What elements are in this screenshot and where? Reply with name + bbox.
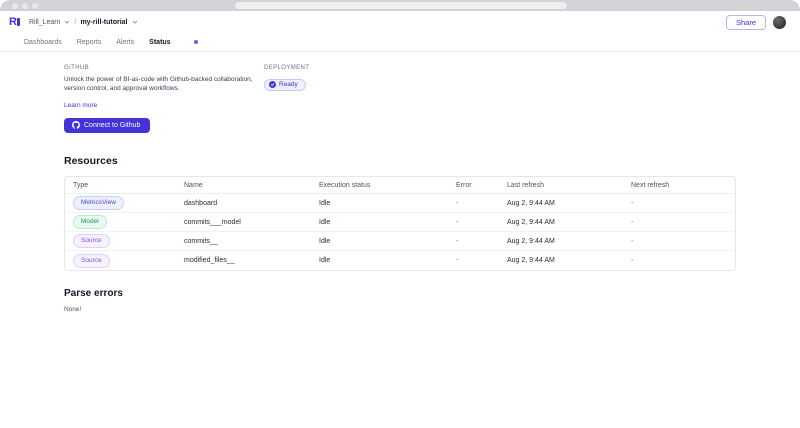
deployment-status-badge: Ready — [264, 78, 306, 91]
deployment-section: DEPLOYMENT Ready — [264, 65, 309, 134]
share-button[interactable]: Share — [725, 14, 766, 30]
resource-name: commits__ — [184, 237, 218, 245]
rill-logo-letter: R — [9, 16, 17, 28]
deployment-section-label: DEPLOYMENT — [264, 65, 310, 71]
status-page-content: GITHUB Unlock the power of BI-as-code wi… — [0, 52, 800, 313]
error-value: - — [456, 218, 459, 226]
next-refresh: - — [631, 237, 634, 245]
parse-errors-title: Parse errors — [64, 288, 123, 300]
column-header-execution-status: Execution status — [319, 181, 371, 189]
type-badge: Source — [73, 253, 110, 268]
type-badge: Source — [73, 234, 110, 249]
last-refresh: Aug 2, 9:44 AM — [507, 257, 555, 265]
resources-table: Type Name Execution status Error Last re… — [64, 176, 736, 272]
column-header-last-refresh: Last refresh — [507, 181, 544, 189]
error-value: - — [456, 199, 459, 207]
column-header-name: Name — [184, 181, 203, 189]
parse-errors-value: None! — [64, 306, 82, 314]
tab-alerts[interactable]: Alerts — [112, 39, 138, 46]
table-row: Source commits__ Idle - Aug 2, 9:44 AM - — [65, 232, 735, 252]
resource-name: commits___model — [184, 218, 241, 226]
resource-name: dashboard — [184, 199, 218, 207]
column-header-type: Type — [73, 181, 89, 189]
last-refresh: Aug 2, 9:44 AM — [507, 218, 555, 226]
user-avatar[interactable] — [773, 15, 786, 29]
resources-table-header: Type Name Execution status Error Last re… — [65, 177, 735, 195]
execution-status: Idle — [319, 218, 331, 226]
github-section: GITHUB Unlock the power of BI-as-code wi… — [64, 65, 264, 134]
window-controls — [12, 2, 38, 9]
rill-logo[interactable]: R — [9, 16, 20, 28]
last-refresh: Aug 2, 9:44 AM — [507, 199, 555, 207]
breadcrumb-separator: / — [74, 18, 77, 26]
error-value: - — [456, 237, 459, 245]
next-refresh: - — [631, 257, 634, 265]
deployment-status-label: Ready — [279, 81, 298, 88]
browser-window: R Rill_Learn / my-rill-tutorial Share Da… — [0, 0, 800, 428]
table-row: Model commits___model Idle - Aug 2, 9:44… — [65, 213, 735, 233]
rill-logo-bar — [17, 18, 20, 26]
table-row: Source modified_files__ Idle - Aug 2, 9:… — [65, 251, 735, 270]
learn-more-link[interactable]: Learn more — [64, 102, 97, 109]
chevron-down-icon[interactable] — [132, 19, 138, 25]
close-window-icon[interactable] — [12, 2, 18, 9]
nav-tabs: Dashboards Reports Alerts Status — [0, 33, 800, 52]
column-header-next-refresh: Next refresh — [631, 181, 670, 189]
type-badge: MetricsView — [73, 196, 124, 211]
last-refresh: Aug 2, 9:44 AM — [507, 237, 555, 245]
breadcrumb-org[interactable]: Rill_Learn — [29, 19, 61, 26]
status-loading-dot — [193, 39, 199, 45]
check-circle-icon — [269, 81, 276, 88]
app-header: R Rill_Learn / my-rill-tutorial Share — [0, 11, 800, 33]
chevron-down-icon[interactable] — [64, 19, 70, 25]
tab-dashboards[interactable]: Dashboards — [20, 39, 66, 46]
connect-to-github-label: Connect to Github — [84, 121, 141, 129]
maximize-window-icon[interactable] — [32, 2, 38, 9]
minimize-window-icon[interactable] — [22, 2, 28, 9]
resources-title: Resources — [64, 155, 118, 168]
column-header-error: Error — [456, 181, 472, 189]
resource-name: modified_files__ — [184, 257, 235, 265]
type-badge: Model — [73, 215, 107, 230]
error-value: - — [456, 257, 459, 265]
execution-status: Idle — [319, 237, 331, 245]
breadcrumb: Rill_Learn / my-rill-tutorial — [29, 19, 138, 26]
tab-reports[interactable]: Reports — [73, 39, 106, 46]
browser-chrome — [0, 0, 800, 11]
github-description: Unlock the power of BI-as-code with Gith… — [64, 76, 253, 93]
github-icon — [72, 121, 80, 130]
execution-status: Idle — [319, 257, 331, 265]
next-refresh: - — [631, 199, 634, 207]
url-bar[interactable] — [235, 2, 567, 9]
execution-status: Idle — [319, 199, 331, 207]
next-refresh: - — [631, 218, 634, 226]
tab-status[interactable]: Status — [145, 39, 174, 46]
table-row: MetricsView dashboard Idle - Aug 2, 9:44… — [65, 194, 735, 214]
github-section-label: GITHUB — [64, 65, 90, 71]
breadcrumb-project[interactable]: my-rill-tutorial — [80, 19, 127, 26]
connect-to-github-button[interactable]: Connect to Github — [64, 117, 151, 133]
